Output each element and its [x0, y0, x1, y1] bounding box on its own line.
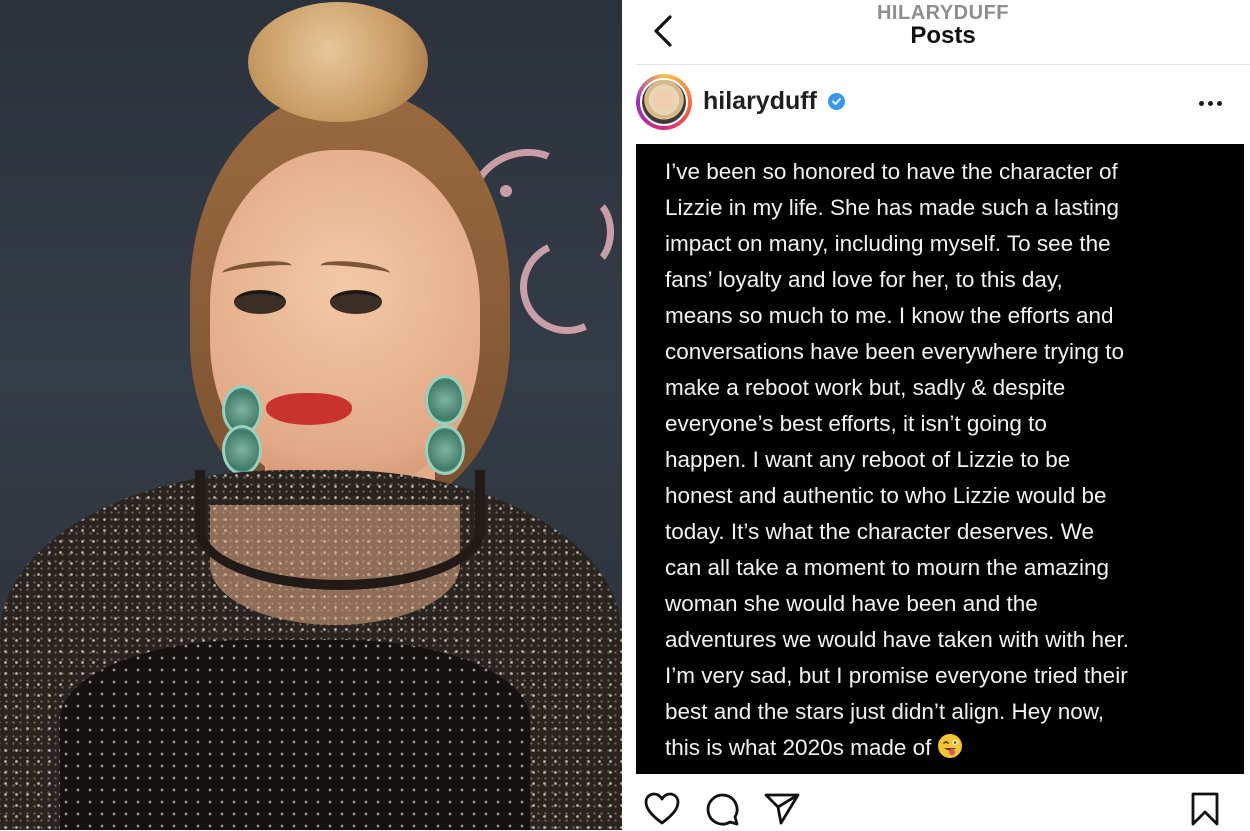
post-header: hilaryduff — [636, 68, 1250, 140]
earring — [222, 425, 262, 475]
text-line: make a reboot work but, sadly & despite — [665, 375, 1066, 400]
avatar[interactable] — [636, 74, 692, 130]
backdrop-lettering — [560, 195, 614, 269]
text-line: honest and authentic to who Lizzie would… — [665, 483, 1107, 508]
text-line: happen. I want any reboot of Lizzie to b… — [665, 447, 1071, 472]
winking-face-with-tongue-icon — [938, 734, 963, 758]
like-button[interactable] — [644, 792, 684, 826]
text-line-last: this is what 2020s made of — [665, 730, 1230, 766]
post-username[interactable]: hilaryduff — [703, 87, 817, 116]
share-button[interactable] — [764, 792, 804, 826]
hair-bun — [248, 2, 428, 122]
image-divider — [622, 0, 636, 830]
eye — [234, 290, 286, 314]
text-line: everyone’s best efforts, it isn’t going … — [665, 411, 1047, 436]
lips — [266, 393, 352, 425]
text-line: fans’ loyalty and love for her, to this … — [665, 267, 1063, 292]
text-line: means so much to me. I know the efforts … — [665, 303, 1114, 328]
earring — [425, 425, 465, 475]
heart-icon — [644, 792, 680, 825]
text-line: this is what 2020s made of — [665, 735, 932, 760]
post-image[interactable]: I’ve been so honored to have the charact… — [636, 144, 1244, 774]
text-line: woman she would have been and the — [665, 591, 1038, 616]
save-button[interactable] — [1188, 792, 1228, 826]
avatar-image — [640, 78, 688, 126]
comment-button[interactable] — [704, 792, 744, 826]
text-line: I’m very sad, but I promise everyone tri… — [665, 663, 1128, 688]
text-line: can all take a moment to mourn the amazi… — [665, 555, 1109, 580]
celebrity-photo — [0, 0, 622, 830]
bookmark-icon — [1191, 792, 1219, 826]
text-line: I’ve been so honored to have the charact… — [665, 159, 1118, 184]
text-line: today. It’s what the character deserves.… — [665, 519, 1094, 544]
post-actions — [636, 786, 1250, 830]
eye — [330, 290, 382, 314]
text-line: adventures we would have taken with with… — [665, 627, 1130, 652]
verified-badge-icon — [828, 93, 845, 110]
text-line: impact on many, including myself. To see… — [665, 231, 1111, 256]
more-options-button[interactable] — [1191, 88, 1231, 118]
text-line: Lizzie in my life. She has made such a l… — [665, 195, 1119, 220]
earring — [425, 375, 465, 425]
dress-neckline — [195, 470, 485, 590]
instagram-post-panel: HILARYDUFF Posts hilaryduff I’ve been so… — [636, 0, 1250, 830]
text-line: best and the stars just didn’t align. He… — [665, 699, 1105, 724]
app-header: HILARYDUFF Posts — [636, 0, 1250, 65]
dress-bodice — [60, 640, 530, 830]
backdrop-lettering — [500, 185, 512, 197]
comment-icon — [706, 793, 739, 826]
text-line: conversations have been everywhere tryin… — [665, 339, 1125, 364]
page-title: Posts — [910, 22, 976, 49]
paper-plane-icon — [764, 793, 800, 825]
post-text: I’ve been so honored to have the charact… — [665, 154, 1230, 766]
